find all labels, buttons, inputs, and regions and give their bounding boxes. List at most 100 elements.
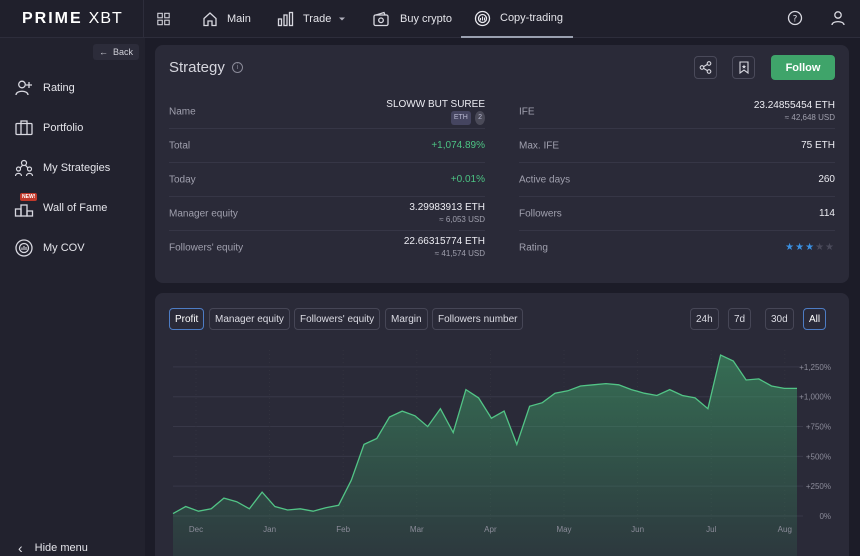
nav-copy-trading-label: Copy-trading: [500, 12, 563, 24]
star-empty-icon: ★: [825, 242, 835, 253]
hide-menu-button[interactable]: ‹ Hide menu: [18, 540, 88, 556]
rating-stars: ★★★★★: [785, 242, 835, 254]
strategy-name: SLOWW BUT SUREE: [386, 98, 485, 110]
back-button[interactable]: ← Back: [93, 44, 140, 60]
x-tick-label: Jan: [263, 525, 276, 534]
row-total: Total +1,074.89%: [169, 129, 485, 163]
wallet-icon: [373, 11, 389, 27]
logo-xbt: XBT: [88, 10, 123, 27]
info-icon[interactable]: i: [231, 62, 243, 73]
range-30d[interactable]: 30d: [765, 308, 794, 330]
tab-manager-equity[interactable]: Manager equity: [209, 308, 290, 330]
strategy-title-text: Strategy: [169, 59, 225, 76]
bookmark-button[interactable]: [732, 56, 755, 79]
row-label: Active days: [519, 174, 571, 185]
user-plus-icon: [14, 78, 34, 98]
tab-followers-equity[interactable]: Followers' equity: [294, 308, 381, 330]
row-label: Followers: [519, 208, 562, 219]
sidebar-item-label: Portfolio: [43, 122, 84, 134]
nav-trade[interactable]: Trade: [277, 0, 347, 38]
sidebar-item-wall-of-fame[interactable]: NEW! Wall of Fame: [14, 193, 108, 218]
nav-main-label: Main: [227, 13, 251, 25]
x-tick-label: Dec: [189, 525, 203, 534]
x-tick-label: Mar: [410, 525, 424, 534]
nav-copy-trading[interactable]: Copy-trading: [461, 0, 573, 38]
row-value: 22.66315774 ETH ≈ 41,574 USD: [404, 236, 485, 260]
row-value-sub: ≈ 41,574 USD: [434, 249, 485, 258]
row-rating: Rating ★★★★★: [519, 231, 835, 265]
row-label: Rating: [519, 242, 548, 254]
nav-trade-label: Trade: [303, 13, 332, 25]
help-icon: ?: [787, 10, 803, 26]
copy-trading-icon: [474, 10, 491, 26]
home-icon: [203, 12, 217, 27]
range-all[interactable]: All: [803, 308, 827, 330]
tab-profit[interactable]: Profit: [169, 308, 205, 330]
profit-chart: 0% +250% +500% +750% +1,000% +1,250% Dec Jan Feb…: [172, 350, 831, 556]
help-button[interactable]: ?: [787, 10, 803, 31]
row-label: IFE: [519, 106, 535, 117]
sidebar-item-portfolio[interactable]: Portfolio: [14, 118, 83, 138]
new-badge: NEW!: [20, 193, 38, 201]
row-followers-equity: Followers' equity 22.66315774 ETH ≈ 41,5…: [169, 231, 485, 265]
row-label: Followers' equity: [169, 242, 244, 254]
sidebar-item-label: Rating: [43, 82, 75, 94]
row-max-ife: Max. IFE 75 ETH: [519, 129, 835, 163]
tab-margin[interactable]: Margin: [385, 308, 428, 330]
tab-followers-number[interactable]: Followers number: [432, 308, 524, 330]
sidebar-item-rating[interactable]: Rating: [14, 78, 75, 98]
bookmark-icon: [738, 61, 749, 74]
profile-button[interactable]: [830, 10, 846, 31]
divider: [143, 0, 144, 38]
row-today: Today +0.01%: [169, 163, 485, 197]
range-24h[interactable]: 24h: [690, 308, 719, 330]
row-value: 260: [818, 173, 835, 185]
logo[interactable]: PRIME XBT: [22, 10, 123, 28]
bar-chart-icon: [277, 11, 294, 27]
sidebar-item-my-cov[interactable]: My COV: [14, 238, 85, 258]
x-tick-label: Jul: [706, 525, 716, 534]
row-ife: IFE 23.24855454 ETH ≈ 42,648 USD: [519, 95, 835, 129]
row-label: Max. IFE: [519, 140, 560, 151]
logo-prime: PRIME: [22, 10, 83, 27]
hide-menu-label: Hide menu: [34, 542, 88, 554]
x-tick-label: May: [556, 525, 571, 534]
row-label: Total: [169, 140, 191, 151]
grid-icon: [157, 12, 170, 26]
briefcase-icon: [14, 118, 34, 138]
sidebar-item-my-strategies[interactable]: My Strategies: [14, 158, 110, 178]
row-value-main: 3.29983913 ETH: [409, 201, 485, 213]
nav-buy-crypto[interactable]: Buy crypto: [373, 0, 452, 38]
star-filled-icon: ★: [795, 242, 806, 253]
user-icon: [831, 11, 845, 26]
sidebar-item-label: Wall of Fame: [43, 202, 108, 214]
podium-icon: NEW!: [14, 193, 38, 218]
sidebar-item-label: My Strategies: [43, 162, 111, 174]
strategy-card: Strategy i Follow Name SLOWW BUT SUREE E…: [155, 45, 849, 283]
row-name: Name SLOWW BUT SUREE ETH 2: [169, 95, 485, 129]
row-value: 75 ETH: [801, 139, 835, 151]
strategy-title: Strategy i: [169, 59, 243, 76]
x-tick-label: Feb: [336, 525, 350, 534]
y-tick-label: +750%: [806, 423, 831, 432]
range-7d[interactable]: 7d: [728, 308, 752, 330]
row-value: +1,074.89%: [431, 139, 485, 151]
x-tick-label: Jun: [631, 525, 644, 534]
x-tick-label: Apr: [484, 525, 497, 534]
nav-main[interactable]: Main: [202, 0, 251, 38]
row-value: 3.29983913 ETH ≈ 6,053 USD: [409, 202, 485, 226]
y-tick-label: +1,000%: [799, 393, 831, 402]
row-value-sub: ≈ 6,053 USD: [439, 214, 485, 224]
row-manager-equity: Manager equity 3.29983913 ETH ≈ 6,053 US…: [169, 197, 485, 231]
y-tick-label: +1,250%: [799, 363, 831, 372]
y-tick-label: +250%: [806, 482, 831, 491]
team-icon: [14, 158, 34, 178]
row-value: SLOWW BUT SUREE ETH 2: [386, 99, 485, 125]
currency-tag: ETH: [450, 110, 471, 125]
apps-grid-button[interactable]: [157, 0, 179, 38]
chevron-left-icon: ‹: [18, 540, 23, 556]
count-tag: 2: [475, 110, 485, 125]
share-button[interactable]: [694, 56, 717, 79]
follow-button[interactable]: Follow: [771, 55, 835, 80]
top-bar: PRIME XBT Main Trade Buy crypto Copy-trad…: [0, 0, 860, 38]
